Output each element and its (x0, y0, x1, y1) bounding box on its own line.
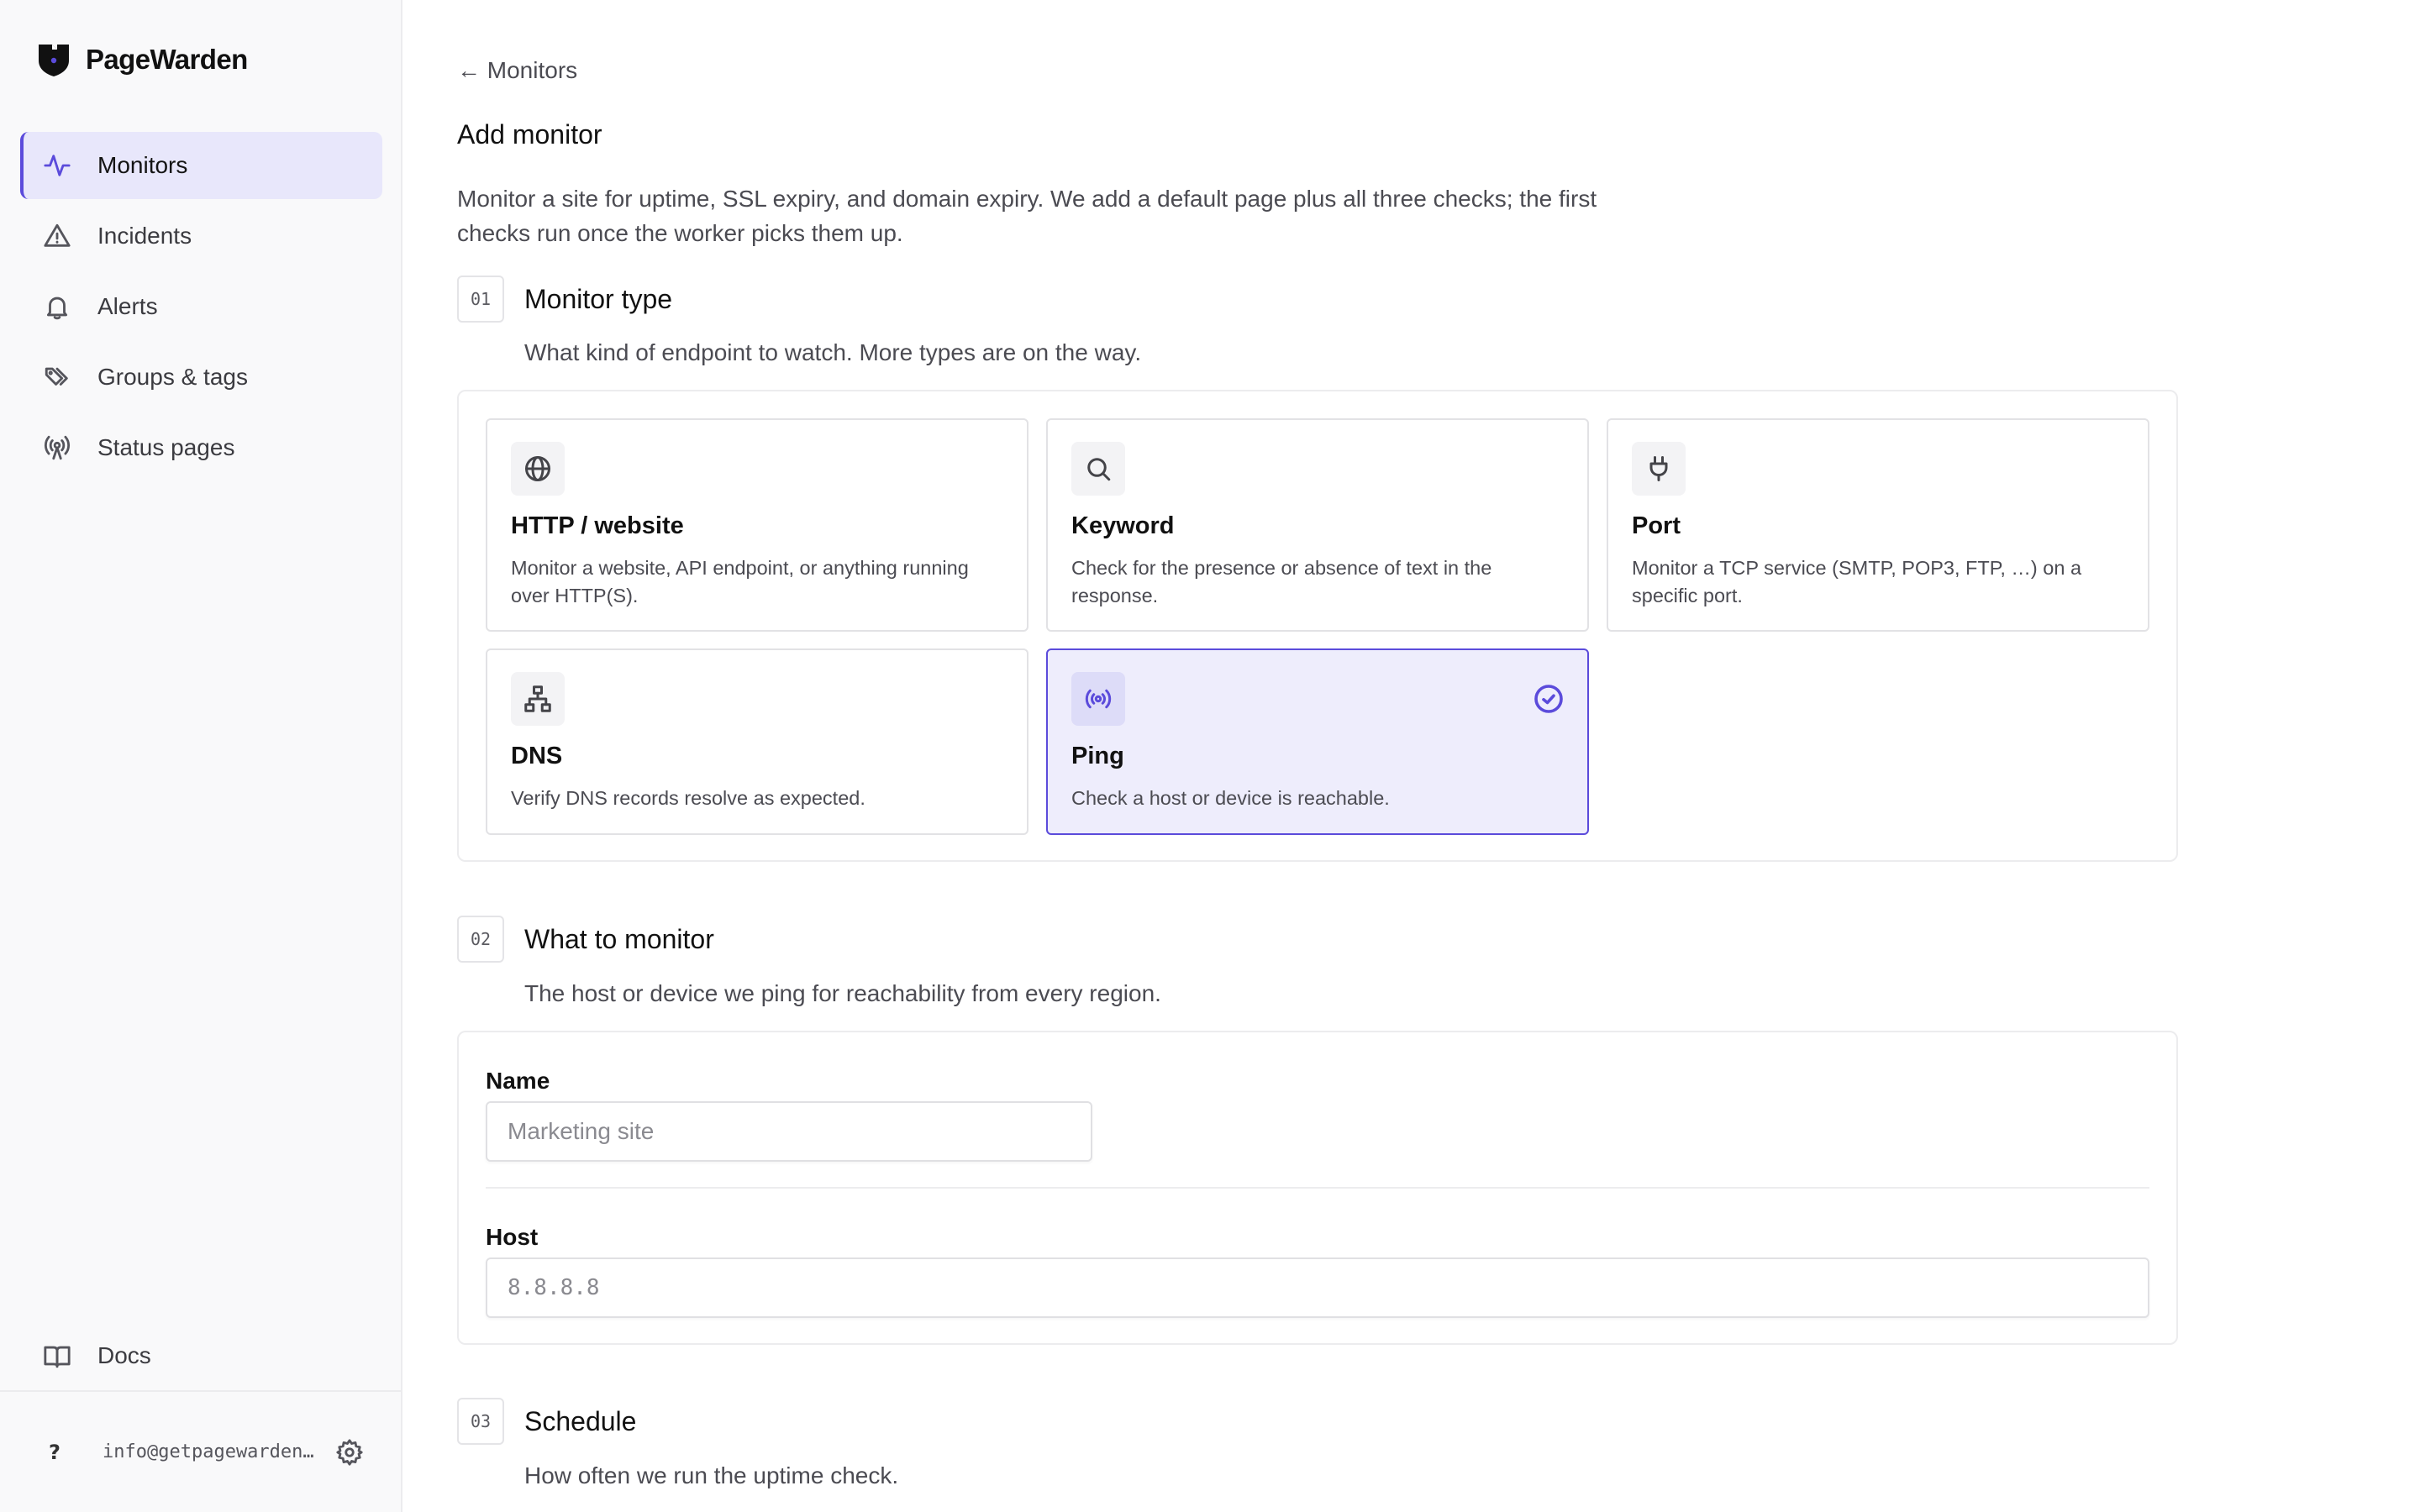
sidebar: PageWarden Monitors Incidents Alerts Gro… (0, 0, 402, 1512)
sidebar-footer: ? info@getpagewarden… (0, 1390, 401, 1512)
account-email[interactable]: info@getpagewarden… (103, 1441, 314, 1462)
section-number: 01 (457, 276, 504, 323)
section-what-to-monitor-header: 02 What to monitor (457, 916, 714, 963)
activity-icon (42, 150, 72, 181)
sidebar-item-docs[interactable]: Docs (20, 1322, 382, 1389)
type-card-description: Check a host or device is reachable. (1071, 787, 1390, 809)
section-number: 02 (457, 916, 504, 963)
host-field-label: Host (486, 1224, 539, 1250)
section-description: How often we run the uptime check. (524, 1462, 899, 1488)
type-card-name: Ping (1071, 743, 1124, 769)
host-input[interactable] (486, 1257, 2149, 1318)
sidebar-item-label: Groups & tags (97, 364, 248, 390)
type-card-description: Check for the presence or absence of tex… (1071, 557, 1492, 606)
type-card-name: Keyword (1071, 512, 1175, 539)
tags-icon (42, 362, 72, 392)
name-field-label: Name (486, 1068, 550, 1094)
type-card-name: DNS (511, 743, 563, 769)
section-description: The host or device we ping for reachabil… (524, 980, 1161, 1006)
sidebar-item-label: Docs (97, 1342, 151, 1368)
sidebar-item-label: Status pages (97, 434, 235, 460)
sidebar-item-incidents[interactable]: Incidents (20, 202, 382, 270)
back-to-monitors-link[interactable]: ← Monitors (457, 57, 577, 84)
globe-icon (511, 442, 565, 496)
network-icon (511, 672, 565, 726)
sidebar-item-monitors[interactable]: Monitors (20, 132, 382, 199)
sidebar-item-label: Alerts (97, 293, 158, 319)
section-description: What kind of endpoint to watch. More typ… (524, 339, 1142, 365)
section-number: 03 (457, 1398, 504, 1445)
sidebar-nav: Monitors Incidents Alerts Groups & tags … (20, 132, 382, 485)
broadcast-icon (1071, 672, 1125, 726)
selected-check-icon (1534, 684, 1564, 714)
search-icon (1071, 442, 1125, 496)
docs-section: Docs (20, 1322, 382, 1393)
section-title: Monitor type (524, 283, 673, 314)
section-monitor-type-header: 01 Monitor type (457, 276, 672, 323)
gear-icon[interactable] (335, 1438, 364, 1467)
type-card-port[interactable]: Port Monitor a TCP service (SMTP, POP3, … (1607, 418, 2149, 632)
type-card-http[interactable]: HTTP / website Monitor a website, API en… (486, 418, 1028, 632)
type-card-ping[interactable]: Ping Check a host or device is reachable… (1046, 648, 1589, 835)
type-card-description: Verify DNS records resolve as expected. (511, 787, 865, 809)
bell-icon (42, 291, 72, 322)
sidebar-item-status-pages[interactable]: Status pages (20, 414, 382, 481)
page-intro: Monitor a site for uptime, SSL expiry, a… (457, 186, 1597, 246)
type-card-name: Port (1632, 512, 1681, 539)
page-title: Add monitor (457, 119, 602, 150)
section-title: Schedule (524, 1405, 637, 1436)
field-divider (486, 1187, 2149, 1189)
section-title: What to monitor (524, 923, 714, 954)
warning-triangle-icon (42, 221, 72, 251)
help-button[interactable]: ? (49, 1441, 74, 1464)
pagewarden-logo-icon (39, 45, 69, 76)
name-input[interactable] (486, 1101, 1092, 1162)
sidebar-item-alerts[interactable]: Alerts (20, 273, 382, 340)
broadcast-icon (42, 433, 72, 463)
what-to-monitor-panel: Name Host (457, 1031, 2178, 1345)
type-card-description: Monitor a TCP service (SMTP, POP3, FTP, … (1632, 557, 2082, 606)
section-schedule-header: 03 Schedule (457, 1398, 636, 1445)
type-card-dns[interactable]: DNS Verify DNS records resolve as expect… (486, 648, 1028, 835)
plug-icon (1632, 442, 1686, 496)
monitor-type-panel: HTTP / website Monitor a website, API en… (457, 390, 2178, 862)
sidebar-item-label: Incidents (97, 223, 192, 249)
brand-name: PageWarden (86, 44, 248, 75)
type-card-description: Monitor a website, API endpoint, or anyt… (511, 557, 969, 606)
brand[interactable]: PageWarden (37, 42, 248, 77)
sidebar-item-groups-tags[interactable]: Groups & tags (20, 344, 382, 411)
type-card-name: HTTP / website (511, 512, 684, 539)
type-card-keyword[interactable]: Keyword Check for the presence or absenc… (1046, 418, 1589, 632)
book-icon (42, 1341, 72, 1371)
sidebar-item-label: Monitors (97, 152, 188, 178)
